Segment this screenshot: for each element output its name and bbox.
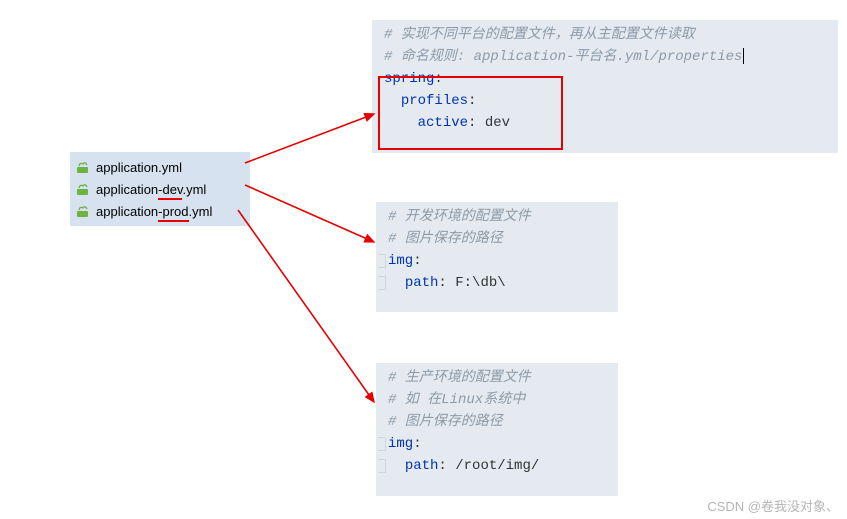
comment-line: # 生产环境的配置文件 [388,367,610,389]
file-name-label: application.yml [96,160,182,175]
code-block-dev-config[interactable]: # 开发环境的配置文件 # 图片保存的路径 img: path: F:\db\ [376,202,618,312]
file-item-application-prod[interactable]: application-prod.yml [76,200,242,222]
fold-gutter-icon [378,254,386,268]
comment-line: # 开发环境的配置文件 [388,206,610,228]
yaml-line: img: [388,250,610,272]
comment-line: # 图片保存的路径 [388,411,610,433]
file-item-application-dev[interactable]: application-dev.yml [76,178,242,200]
comment-line: # 图片保存的路径 [388,228,610,250]
yaml-file-icon [76,160,92,174]
comment-line: # 命名规则: application-平台名.yml/properties [384,46,830,68]
fold-gutter-icon [378,437,386,451]
yaml-line: path: /root/img/ [388,455,610,477]
yaml-file-icon [76,182,92,196]
fold-gutter-icon [378,459,386,473]
file-item-application[interactable]: application.yml [76,156,242,178]
yaml-line: img: [388,433,610,455]
comment-line: # 实现不同平台的配置文件，再从主配置文件读取 [384,24,830,46]
yaml-file-icon [76,204,92,218]
code-block-prod-config[interactable]: # 生产环境的配置文件 # 如 在Linux系统中 # 图片保存的路径 img:… [376,363,618,496]
comment-line: # 如 在Linux系统中 [388,389,610,411]
yaml-line: path: F:\db\ [388,272,610,294]
yaml-line: spring: [384,68,830,90]
file-name-label: application-prod.yml [96,204,212,219]
yaml-line: profiles: [384,90,830,112]
file-name-label: application-dev.yml [96,182,206,197]
fold-gutter-icon [378,276,386,290]
code-block-main-config[interactable]: # 实现不同平台的配置文件，再从主配置文件读取 # 命名规则: applicat… [372,20,838,153]
file-list: application.yml application-dev.yml appl… [70,152,250,226]
text-caret [743,48,744,64]
watermark: CSDN @卷我没对象、 [707,496,839,515]
yaml-line: active: dev [384,112,830,134]
